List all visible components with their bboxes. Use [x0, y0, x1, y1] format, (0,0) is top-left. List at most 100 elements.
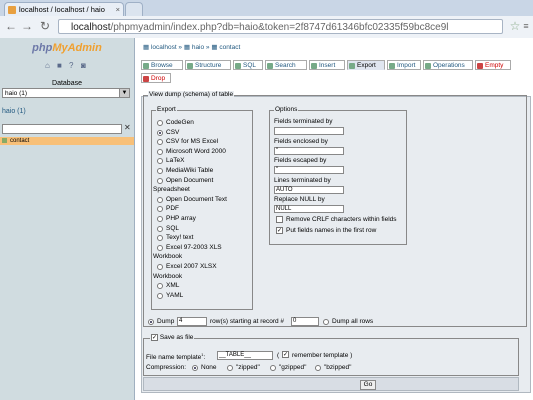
browser-tab[interactable]: localhost / localhost / haio × [4, 2, 124, 16]
format-radio[interactable] [157, 292, 163, 299]
lines-terminated-label: Lines terminated by [274, 177, 331, 184]
browser-tabbar: localhost / localhost / haio × [0, 0, 533, 17]
save-as-file-checkbox[interactable]: ✓ [151, 334, 158, 341]
phpmyadmin-favicon-icon [8, 6, 16, 14]
format-option-label: PHP array [166, 215, 196, 222]
url-input[interactable]: localhost/phpmyadmin/index.php?db=haio&t… [58, 19, 503, 34]
compression-none-label: None [201, 364, 217, 371]
breadcrumb-db[interactable]: haio [192, 44, 204, 51]
tab-import[interactable]: Import [387, 60, 421, 70]
format-option-label: MediaWiki Table [166, 167, 214, 174]
new-tab-button[interactable] [125, 2, 143, 16]
fields-enclosed-input[interactable]: " [274, 147, 344, 155]
format-option-label: CSV for MS Excel [166, 138, 219, 146]
remove-crlf-label: Remove CRLF characters within fields [286, 216, 397, 223]
tab-export[interactable]: Export [347, 60, 385, 70]
chevron-down-icon: ▼ [119, 89, 129, 97]
format-option-label: CSV [166, 128, 180, 136]
format-radio[interactable] [157, 129, 163, 136]
format-radio[interactable] [157, 148, 163, 155]
format-radio[interactable] [157, 225, 163, 232]
clear-filter-icon[interactable]: ✕ [124, 123, 131, 132]
file-template-label: File name template1: [146, 352, 206, 362]
format-option-label: SQL [166, 224, 180, 232]
file-template-input[interactable]: __TABLE__ [217, 351, 273, 360]
format-radio[interactable] [157, 196, 163, 203]
fields-terminated-input[interactable] [274, 127, 344, 135]
tab-insert[interactable]: Insert [309, 60, 345, 70]
remember-template-label: remember template ) [292, 352, 353, 359]
menu-icon[interactable]: ≡ [519, 19, 533, 33]
sql-query-icon[interactable]: ■ [57, 62, 65, 70]
remember-template-checkbox[interactable]: ✓ [282, 351, 289, 358]
format-option-label: Excel 2007 XLSX [166, 263, 217, 270]
address-toolbar: ← → ↻ localhost/phpmyadmin/index.php?db=… [0, 16, 533, 39]
fields-escaped-input[interactable]: " [274, 166, 344, 174]
tab-browse[interactable]: Browse [141, 60, 183, 70]
format-group-label: Workbook [153, 272, 183, 280]
docs-icon[interactable]: ? [69, 62, 77, 70]
format-option-label: Open Document Text [166, 195, 227, 203]
server-icon: ▦ [143, 44, 150, 51]
format-radio[interactable] [157, 168, 163, 174]
format-radio[interactable] [157, 177, 163, 184]
close-tab-icon[interactable]: × [116, 3, 120, 16]
dump-start-input[interactable]: 0 [291, 317, 319, 326]
submit-bar [143, 377, 519, 391]
lines-terminated-input[interactable]: AUTO [274, 186, 344, 194]
home-icon[interactable]: ⌂ [45, 62, 53, 70]
compression-label: Compression: [146, 364, 187, 371]
format-option-label: Texy! text [166, 234, 194, 242]
tab-operations[interactable]: Operations [423, 60, 473, 70]
db-link[interactable]: haio (1) [2, 108, 26, 115]
compression-none-radio[interactable] [192, 365, 198, 371]
compression-gzipped-radio[interactable] [270, 365, 276, 371]
format-radio[interactable] [157, 264, 163, 270]
save-legend-wrap: ✓ Save as file [150, 334, 195, 342]
format-option-label: Microsoft Word 2000 [166, 147, 226, 155]
go-button[interactable]: Go [360, 380, 376, 390]
reload-nav-icon[interactable]: ◙ [81, 62, 89, 70]
tab-empty[interactable]: Empty [475, 60, 511, 70]
format-option-label: PDF [166, 205, 179, 213]
tab-search[interactable]: Search [265, 60, 307, 70]
reload-icon[interactable]: ↻ [38, 19, 52, 33]
back-icon[interactable]: ← [4, 19, 18, 33]
compression-zipped-radio[interactable] [227, 365, 233, 371]
replace-null-label: Replace NULL by [274, 196, 325, 203]
format-radio[interactable] [157, 244, 163, 251]
url-path: /phpmyadmin/index.php?db=haio&token=2f87… [110, 22, 449, 33]
format-option-label: YAML [166, 291, 184, 299]
breadcrumb-server[interactable]: localhost [151, 44, 177, 51]
replace-null-input[interactable]: NULL [274, 205, 344, 213]
table-icon: ▦ [211, 44, 218, 51]
put-names-checkbox[interactable]: ✓ [276, 227, 283, 234]
tab-structure[interactable]: Structure [185, 60, 231, 70]
database-select[interactable]: haio (1) ▼ [2, 88, 130, 98]
sidebar-table-label: contact [10, 138, 30, 144]
breadcrumb-table[interactable]: contact [219, 44, 240, 51]
format-radio[interactable] [157, 216, 163, 222]
tab-drop[interactable]: Drop [141, 73, 171, 83]
format-option-label: CodeGen [166, 119, 194, 126]
save-as-file-label: Save as file [159, 334, 194, 342]
format-option-label: LaTeX [166, 157, 185, 165]
format-option-label: XML [166, 282, 180, 290]
remove-crlf-checkbox[interactable] [276, 216, 283, 223]
forward-icon[interactable]: → [20, 19, 34, 33]
main-content: ▦ localhost » ▦ haio » ▦ contact Browse … [135, 38, 533, 400]
fields-terminated-label: Fields terminated by [274, 118, 333, 125]
dump-rows-radio[interactable] [148, 319, 154, 325]
dump-count-input[interactable]: 4 [177, 317, 207, 326]
url-host: localhost [71, 22, 111, 33]
fields-escaped-label: Fields escaped by [274, 157, 327, 164]
format-radio[interactable] [157, 120, 163, 126]
phpmyadmin-logo: phpMyAdmin [32, 42, 102, 54]
table-filter-input[interactable] [2, 124, 122, 134]
compression-bzipped-radio[interactable] [315, 365, 321, 371]
dump-all-radio[interactable] [323, 319, 329, 325]
sidebar-table-item[interactable]: contact [0, 137, 134, 145]
browser-tab-title: localhost / localhost / haio [19, 5, 105, 14]
database-label: Database [52, 80, 82, 87]
tab-sql[interactable]: SQL [233, 60, 263, 70]
